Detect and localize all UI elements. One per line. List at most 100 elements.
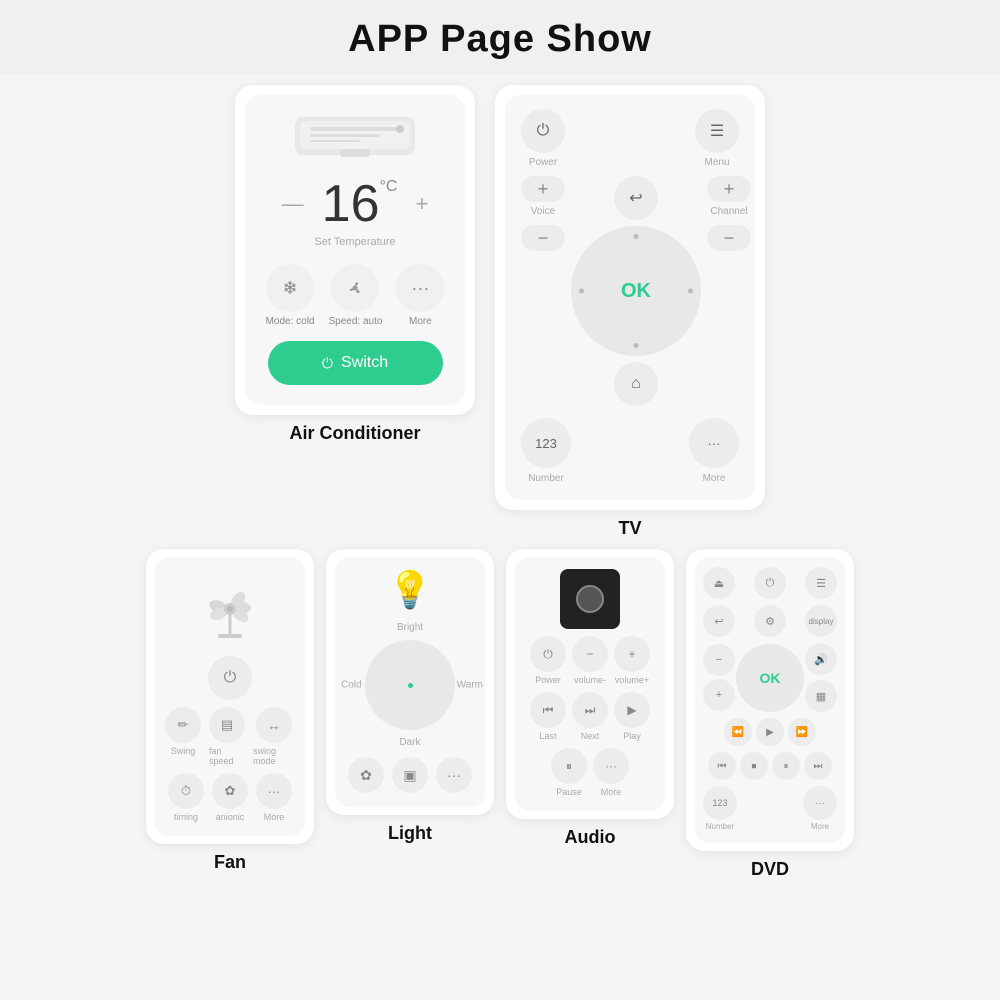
ac-mode-button[interactable]: ❄ — [266, 264, 314, 312]
page-title-section: APP Page Show — [0, 0, 1000, 75]
ac-card-label: Air Conditioner — [290, 423, 421, 444]
dvd-eject-item: ⏏ — [703, 567, 735, 599]
audio-play-label: Play — [623, 731, 641, 741]
audio-more-item: ··· More — [593, 748, 629, 797]
dvd-gear-button[interactable]: ⚙ — [754, 605, 786, 637]
ac-plus-button[interactable]: + — [415, 191, 428, 217]
dvd-stop-button[interactable]: ⏹ — [740, 752, 768, 780]
tv-voice-plus[interactable]: + — [521, 176, 565, 202]
ac-more-item: ··· More — [396, 264, 444, 327]
audio-last-button[interactable]: ⏮ — [530, 692, 566, 728]
tv-menu-button[interactable]: ☰ — [695, 109, 739, 153]
tv-inner: ⏻ Power ☰ Menu + Voice − — [505, 95, 755, 500]
ac-temp-label: Set Temperature — [314, 236, 395, 248]
light-controls: ✿ ▣ ··· — [348, 757, 472, 793]
audio-power-button[interactable]: ⏻ — [530, 636, 566, 672]
dvd-grid-button[interactable]: ▦ — [805, 680, 837, 712]
ac-temp-display: 16 °C — [322, 178, 398, 230]
ac-switch-button[interactable]: ⏻ Switch — [268, 341, 443, 385]
light-ctrl-1[interactable]: ✿ — [348, 757, 384, 793]
fan-speed-button[interactable]: ▤ — [209, 707, 245, 743]
audio-next-item: ⏭ Next — [572, 692, 608, 741]
dvd-display-button[interactable]: display — [805, 605, 837, 637]
fan-anionic-button[interactable]: ✿ — [212, 773, 248, 809]
dvd-minus-button[interactable]: − — [703, 644, 735, 676]
tv-back-button[interactable]: ↩ — [614, 176, 658, 220]
fan-card-label: Fan — [214, 852, 246, 873]
main-content: — 16 °C + Set Temperature ❄ Mode: cold — [0, 75, 1000, 890]
light-dial-button[interactable] — [365, 640, 455, 730]
light-ctrl-3[interactable]: ··· — [436, 757, 472, 793]
tv-power-button[interactable]: ⏻ — [521, 109, 565, 153]
audio-row2: ⏮ Last ⏭ Next ▶ Play — [530, 692, 650, 741]
dvd-number-button[interactable]: 123 — [703, 786, 737, 820]
dvd-more-label: More — [811, 822, 829, 831]
dvd-number-col: 123 Number — [703, 786, 737, 831]
tv-voice-col: + Voice − — [521, 176, 565, 251]
fan-speed-label: fan speed — [209, 746, 245, 766]
audio-play-item: ▶ Play — [614, 692, 650, 741]
tv-top-row: ⏻ Power ☰ Menu — [521, 109, 739, 168]
tv-channel-minus[interactable]: − — [707, 225, 751, 251]
audio-card-label: Audio — [565, 827, 616, 848]
dvd-play-button[interactable]: ▶ — [756, 718, 784, 746]
fan-speed-item: ▤ fan speed — [209, 707, 245, 766]
light-ctrl-2[interactable]: ▣ — [392, 757, 428, 793]
audio-volminus-button[interactable]: − — [572, 636, 608, 672]
audio-next-button[interactable]: ⏭ — [572, 692, 608, 728]
dvd-prev-button[interactable]: ⏮ — [708, 752, 736, 780]
tv-home-button[interactable]: ⌂ — [614, 362, 658, 406]
fan-anionic-label: anionic — [216, 812, 245, 822]
dvd-ff-button[interactable]: ⏩ — [788, 718, 816, 746]
tv-channel-plus[interactable]: + — [707, 176, 751, 202]
audio-inner: ⏻ Power − volume- + volume+ — [515, 557, 665, 811]
ac-speed-button[interactable] — [331, 264, 379, 312]
ac-switch-label: Switch — [341, 354, 388, 372]
tv-number-col: 123 Number — [521, 418, 571, 484]
audio-last-label: Last — [539, 731, 556, 741]
dvd-pause-button[interactable]: ⏸ — [772, 752, 800, 780]
audio-play-button[interactable]: ▶ — [614, 692, 650, 728]
ac-temperature-value: 16 — [322, 178, 380, 230]
dvd-more-button[interactable]: ··· — [803, 786, 837, 820]
tv-number-button[interactable]: 123 — [521, 418, 571, 468]
tv-ok-button[interactable]: OK — [621, 280, 651, 303]
audio-pause-button[interactable]: ⏸ — [551, 748, 587, 784]
tv-nav-circle: OK — [571, 226, 701, 356]
tv-voice-minus[interactable]: − — [521, 225, 565, 251]
dvd-back-button[interactable]: ↩ — [703, 605, 735, 637]
fan-swingmode-button[interactable]: ↔ — [256, 707, 292, 743]
dvd-mid-row: − + OK 🔊 ▦ — [703, 643, 837, 712]
audio-more-button[interactable]: ··· — [593, 748, 629, 784]
ac-temp-unit: °C — [380, 178, 398, 196]
bottom-row: ⏻ ✏ Swing ▤ fan speed ↔ swing mode — [20, 549, 980, 880]
dvd-rew-button[interactable]: ⏪ — [724, 718, 752, 746]
dvd-eject-button[interactable]: ⏏ — [703, 567, 735, 599]
tv-nav-dot-left — [579, 289, 584, 294]
fan-card-wrapper: ⏻ ✏ Swing ▤ fan speed ↔ swing mode — [146, 549, 314, 880]
ac-minus-button[interactable]: — — [282, 191, 304, 217]
dvd-back-item: ↩ — [703, 605, 735, 637]
audio-next-label: Next — [581, 731, 600, 741]
fan-timing-button[interactable]: ⏱ — [168, 773, 204, 809]
dvd-power-item: ⏻ — [754, 567, 786, 599]
tv-nav-dot-bottom — [634, 343, 639, 348]
audio-volplus-button[interactable]: + — [614, 636, 650, 672]
dvd-plus-button[interactable]: + — [703, 679, 735, 711]
dvd-power-button[interactable]: ⏻ — [754, 567, 786, 599]
top-row: — 16 °C + Set Temperature ❄ Mode: cold — [20, 85, 980, 539]
fan-power-button[interactable]: ⏻ — [208, 656, 252, 700]
dvd-ok-button[interactable]: OK — [760, 670, 781, 686]
tv-menu-label: Menu — [704, 157, 729, 168]
dvd-next-button[interactable]: ⏭ — [804, 752, 832, 780]
dvd-menu-item: ☰ — [805, 567, 837, 599]
audio-speaker-icon — [560, 569, 620, 629]
light-dial-indicator — [408, 683, 413, 688]
ac-more-button[interactable]: ··· — [396, 264, 444, 312]
fan-swing-button[interactable]: ✏ — [165, 707, 201, 743]
audio-pause-item: ⏸ Pause — [551, 748, 587, 797]
tv-more-button[interactable]: ··· — [689, 418, 739, 468]
dvd-vol-icon[interactable]: 🔊 — [805, 643, 837, 675]
fan-more-button[interactable]: ··· — [256, 773, 292, 809]
dvd-menu-button[interactable]: ☰ — [805, 567, 837, 599]
